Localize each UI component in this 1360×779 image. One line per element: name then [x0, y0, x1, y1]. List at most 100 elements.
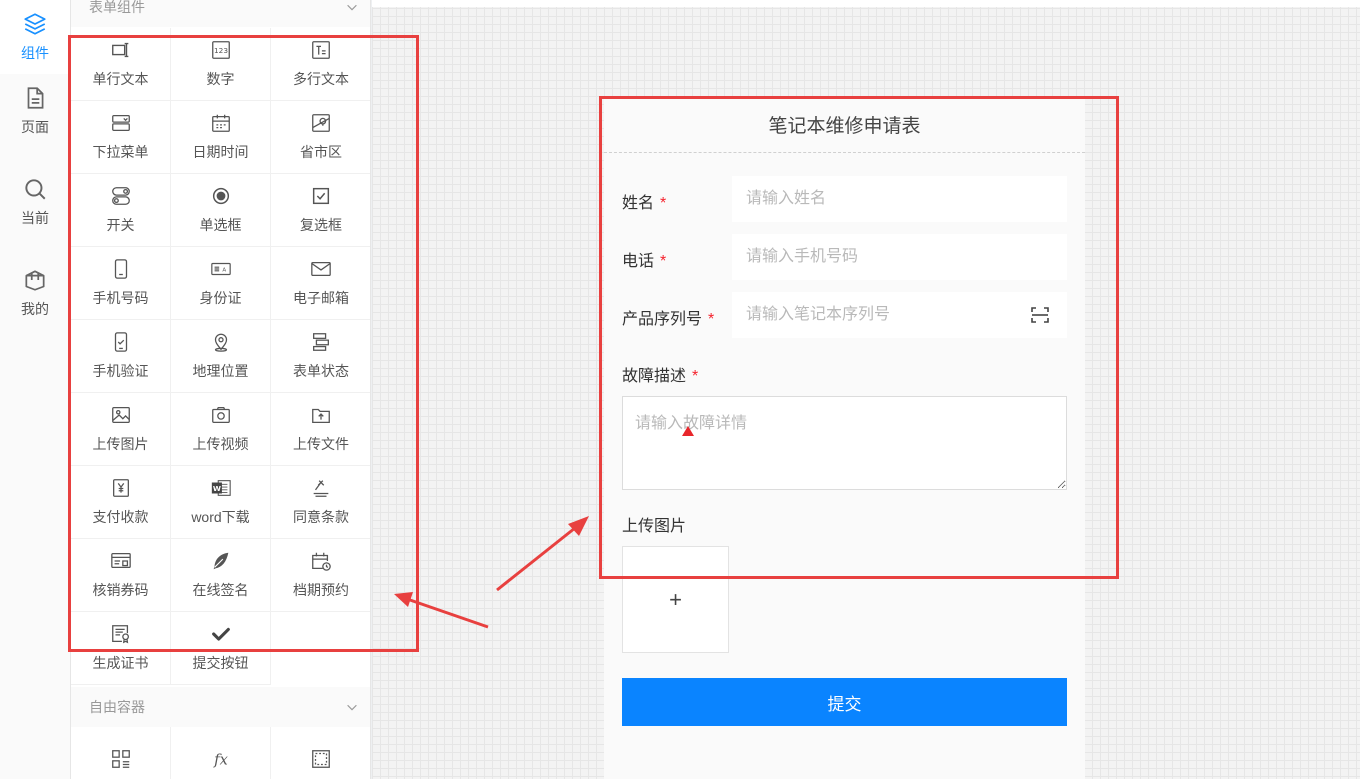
- component-number[interactable]: 123 数字: [171, 28, 271, 101]
- component-agree-terms[interactable]: 同意条款: [271, 466, 370, 539]
- chevron-down-icon: [347, 4, 357, 11]
- certificate-icon: [111, 625, 129, 644]
- video-upload-icon: [211, 407, 230, 423]
- component-online-signature[interactable]: 在线签名: [171, 539, 271, 612]
- component-label: 身份证: [199, 290, 242, 306]
- nav-item-pages[interactable]: 页面: [0, 74, 70, 148]
- component-multiline-text[interactable]: 多行文本: [271, 28, 370, 101]
- feather-pen-icon: [213, 552, 228, 570]
- component-submit-button[interactable]: 提交按钮: [171, 612, 271, 685]
- component-label: 开关: [106, 217, 135, 233]
- phone-label-text: 电话: [622, 253, 655, 270]
- dropdown-icon: [111, 115, 130, 131]
- toggle-icon: [111, 187, 130, 205]
- file-upload-icon: [312, 408, 330, 423]
- component-label: 电子邮箱: [293, 290, 349, 306]
- phone-input[interactable]: [732, 234, 1067, 280]
- free-container-group-header[interactable]: 自由容器: [71, 687, 370, 727]
- frame-icon: [312, 750, 330, 768]
- component-location[interactable]: 地理位置: [171, 320, 271, 393]
- payment-icon: [112, 479, 129, 497]
- number-icon: 123: [211, 41, 230, 59]
- component-mobile[interactable]: 手机号码: [71, 247, 171, 320]
- search-icon: [25, 179, 46, 200]
- component-label: 表单状态: [293, 363, 349, 379]
- component-file-upload[interactable]: 上传文件: [271, 393, 370, 466]
- upload-label-text: 上传图片: [622, 518, 687, 535]
- component-label: 单选框: [199, 217, 242, 233]
- component-formula[interactable]: fx: [171, 727, 271, 779]
- component-label: 下拉菜单: [92, 144, 149, 160]
- component-radio[interactable]: 单选框: [171, 174, 271, 247]
- component-certificate[interactable]: 生成证书: [71, 612, 171, 685]
- component-phone-verify[interactable]: 手机验证: [71, 320, 171, 393]
- component-schedule[interactable]: 档期预约: [271, 539, 370, 612]
- fault-label: 故障描述 *: [622, 362, 698, 386]
- component-checkbox[interactable]: 复选框: [271, 174, 370, 247]
- form-title: 笔记本维修申请表: [604, 97, 1085, 153]
- component-image-upload[interactable]: 上传图片: [71, 393, 171, 466]
- phone-label: 电话 *: [622, 247, 666, 271]
- group-title: 表单组件: [89, 0, 145, 15]
- component-video-upload[interactable]: 上传视频: [171, 393, 271, 466]
- component-label: 数字: [206, 71, 235, 87]
- component-label: 支付收款: [92, 509, 149, 525]
- nav-item-current[interactable]: 当前: [0, 165, 70, 239]
- component-dropdown[interactable]: 下拉菜单: [71, 101, 171, 174]
- email-icon: [311, 261, 331, 277]
- name-input[interactable]: [732, 176, 1067, 222]
- schedule-icon: [312, 552, 331, 571]
- component-label: 在线签名: [192, 582, 249, 598]
- form-components-group-header[interactable]: 表单组件: [71, 0, 370, 27]
- multiline-text-icon: [312, 41, 330, 59]
- formula-icon: fx: [213, 752, 228, 769]
- component-layout-container[interactable]: [71, 727, 171, 779]
- component-payment[interactable]: 支付收款: [71, 466, 171, 539]
- component-id-card[interactable]: A 身份证: [171, 247, 271, 320]
- component-word-download[interactable]: W word下载: [171, 466, 271, 539]
- component-email[interactable]: 电子邮箱: [271, 247, 370, 320]
- nav-item-label: 我的: [21, 301, 49, 317]
- nav-item-label: 页面: [21, 119, 49, 135]
- image-upload-box[interactable]: +: [622, 546, 729, 653]
- component-label: word下载: [191, 509, 250, 525]
- component-coupon[interactable]: 核销券码: [71, 539, 171, 612]
- nav-item-mine[interactable]: 我的: [0, 256, 70, 330]
- component-label: 复选框: [300, 217, 342, 233]
- component-label: 手机验证: [92, 363, 149, 379]
- serial-input[interactable]: [732, 292, 1067, 338]
- name-label: 姓名 *: [622, 189, 666, 213]
- cursor-marker: [682, 426, 694, 436]
- component-form-status[interactable]: 表单状态: [271, 320, 370, 393]
- fault-textarea[interactable]: [622, 396, 1067, 490]
- component-label: 地理位置: [192, 363, 249, 379]
- location-pin-icon: [214, 333, 227, 352]
- component-datetime[interactable]: 日期时间: [171, 101, 271, 174]
- word-icon: W: [211, 480, 231, 496]
- required-mark: *: [692, 368, 699, 385]
- chevron-down-icon: [347, 704, 357, 711]
- nav-rail: 组件 页面 当前 我的: [0, 0, 71, 779]
- component-switch[interactable]: 开关: [71, 174, 171, 247]
- single-line-text-icon: [111, 42, 128, 58]
- id-card-icon: A: [210, 262, 231, 276]
- form-components-grid: 单行文本 123 数字 多行文本 下拉菜单 日期时间 省市区 开关 单选框 复选…: [71, 28, 370, 685]
- component-label: 日期时间: [192, 144, 249, 160]
- component-region[interactable]: 省市区: [271, 101, 370, 174]
- component-label: 手机号码: [92, 290, 149, 306]
- nav-item-label: 当前: [21, 210, 49, 226]
- submit-button[interactable]: 提交: [622, 678, 1067, 726]
- component-single-line-text[interactable]: 单行文本: [71, 28, 171, 101]
- component-label: 生成证书: [92, 655, 149, 671]
- layers-icon: [24, 13, 46, 35]
- scan-icon[interactable]: [1030, 305, 1050, 325]
- container-components-grid: fx: [71, 727, 370, 779]
- fault-label-text: 故障描述: [622, 368, 687, 385]
- grid-icon: [111, 750, 130, 768]
- required-mark: *: [660, 253, 667, 270]
- coupon-icon: [110, 553, 131, 569]
- component-label: 提交按钮: [192, 655, 249, 671]
- component-frame[interactable]: [271, 727, 370, 779]
- component-label: 省市区: [300, 144, 342, 160]
- nav-item-components[interactable]: 组件: [0, 0, 70, 74]
